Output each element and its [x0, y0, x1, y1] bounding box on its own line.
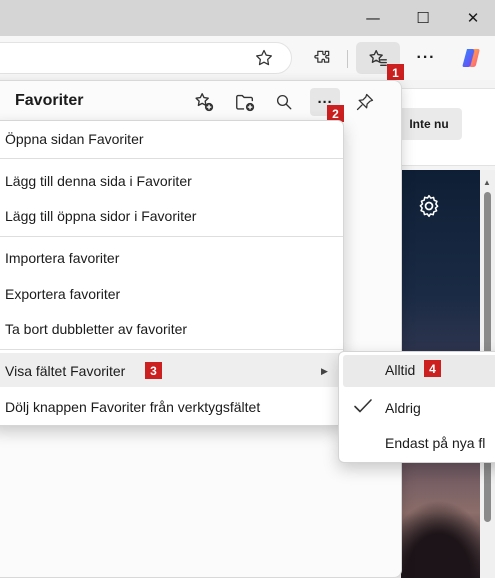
- menu-item-hide-favorites-button[interactable]: Dölj knappen Favoriter från verktygsfält…: [5, 399, 260, 415]
- browser-toolbar: ···: [0, 36, 495, 80]
- menu-item-export-favorites[interactable]: Exportera favoriter: [5, 286, 120, 302]
- favorites-panel-title: Favoriter: [15, 92, 84, 109]
- extensions-icon[interactable]: [308, 44, 336, 72]
- step-badge-1: 1: [387, 64, 404, 81]
- add-folder-icon[interactable]: [233, 90, 257, 114]
- menu-item-show-favorites-bar[interactable]: Visa fältet Favoriter: [5, 363, 125, 379]
- toolbar-separator: [347, 50, 348, 68]
- gear-icon[interactable]: [416, 193, 442, 219]
- menu-item-add-this-page[interactable]: Lägg till denna sida i Favoriter: [5, 173, 192, 189]
- scroll-up-icon[interactable]: ▲: [483, 178, 491, 187]
- maximize-button[interactable]: ☐: [398, 0, 448, 36]
- copilot-icon[interactable]: [458, 44, 486, 72]
- menu-item-import-favorites[interactable]: Importera favoriter: [5, 250, 119, 266]
- menu-item-remove-duplicates[interactable]: Ta bort dubbletter av favoriter: [5, 321, 187, 337]
- title-bar: — ☐ ✕: [0, 0, 495, 36]
- search-icon[interactable]: [272, 90, 296, 114]
- add-favorite-icon[interactable]: [192, 90, 216, 114]
- menu-item-open-favorites-page[interactable]: Öppna sidan Favoriter: [5, 131, 144, 147]
- minimize-button[interactable]: —: [348, 0, 398, 36]
- star-outline-icon[interactable]: [250, 44, 278, 72]
- address-bar[interactable]: [0, 42, 292, 74]
- menu-divider: [0, 236, 343, 237]
- step-badge-3: 3: [145, 362, 162, 379]
- close-window-button[interactable]: ✕: [448, 0, 495, 36]
- submenu-item-always[interactable]: Alltid: [385, 362, 415, 378]
- submenu-item-highlight: [343, 355, 495, 387]
- not-now-button[interactable]: Inte nu: [396, 108, 462, 140]
- step-badge-4: 4: [424, 360, 441, 377]
- submenu-item-only-new-tabs[interactable]: Endast på nya fl: [385, 435, 485, 451]
- menu-divider: [0, 349, 343, 350]
- menu-divider: [0, 158, 343, 159]
- menu-item-add-open-pages[interactable]: Lägg till öppna sidor i Favoriter: [5, 208, 196, 224]
- submenu-item-never[interactable]: Aldrig: [385, 400, 421, 416]
- check-icon: [353, 397, 373, 415]
- pin-icon[interactable]: [353, 90, 377, 114]
- chevron-right-icon: ▶: [321, 366, 328, 376]
- more-icon[interactable]: ···: [412, 44, 440, 72]
